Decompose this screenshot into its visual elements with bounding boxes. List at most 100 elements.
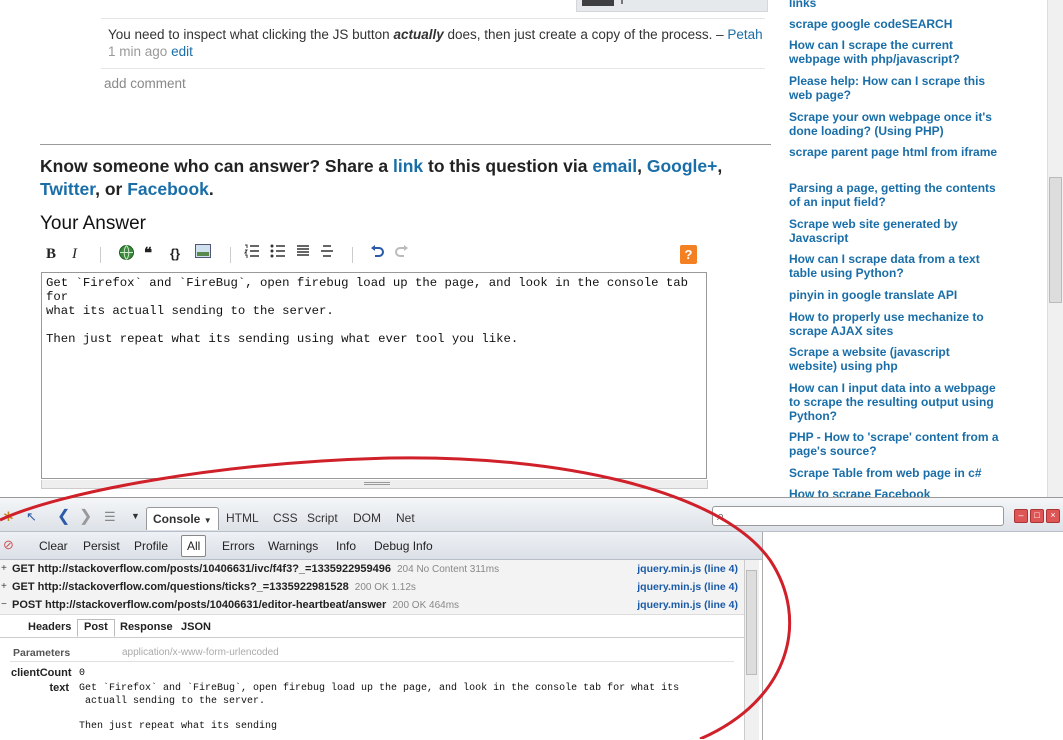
request-url: GET http://stackoverflow.com/questions/t… xyxy=(12,581,416,593)
share-facebook-link[interactable]: Facebook xyxy=(127,179,209,199)
bulleted-list-button[interactable] xyxy=(270,244,286,264)
tab-net[interactable]: Net xyxy=(396,511,415,525)
heading-button[interactable] xyxy=(296,244,310,264)
italic-button[interactable]: I xyxy=(72,244,77,264)
blockquote-button[interactable]: ❝ xyxy=(144,244,152,264)
filter-debug-info-button[interactable]: Debug Info xyxy=(374,539,433,553)
related-question-link[interactable]: scrape parent page html from iframe xyxy=(789,145,999,159)
numbered-list-icon xyxy=(244,244,259,258)
comment-edit-link[interactable]: edit xyxy=(171,44,193,59)
detach-icon[interactable]: □ xyxy=(1030,509,1044,523)
add-comment-link[interactable]: add comment xyxy=(104,76,186,91)
answer-textarea[interactable]: Get `Firefox` and `FireBug`, open firebu… xyxy=(41,272,707,479)
tab-console[interactable]: Console ▼ xyxy=(146,507,219,530)
filter-info-button[interactable]: Info xyxy=(336,539,356,553)
expand-toggle-icon[interactable]: − xyxy=(1,596,7,614)
back-icon[interactable]: ❮ xyxy=(57,506,70,526)
toolbar-separator xyxy=(100,247,101,263)
page-scroll-thumb[interactable] xyxy=(1049,177,1062,303)
comment-text: You need to inspect what clicking the JS… xyxy=(108,27,763,42)
related-question-link[interactable]: pinyin in google translate API xyxy=(789,288,999,302)
page-scrollbar[interactable] xyxy=(1047,0,1063,497)
menu-icon[interactable]: ☰ xyxy=(104,509,116,525)
related-question-link[interactable]: scrape google codeSEARCH xyxy=(789,17,999,31)
comment-time: 1 min ago xyxy=(108,44,168,59)
editor-resize-grip[interactable] xyxy=(41,480,708,489)
tab-headers[interactable]: Headers xyxy=(28,621,71,633)
related-question-link[interactable]: How to properly use mechanize to scrape … xyxy=(789,310,999,338)
related-question-link[interactable]: How can I input data into a webpage to s… xyxy=(789,381,999,423)
undo-button[interactable] xyxy=(370,244,384,264)
section-divider xyxy=(40,144,771,145)
params-divider xyxy=(10,661,734,662)
image-button[interactable] xyxy=(195,244,211,264)
tab-css[interactable]: CSS xyxy=(273,511,298,525)
request-row[interactable]: − POST http://stackoverflow.com/posts/104… xyxy=(0,596,744,615)
command-line-panel[interactable] xyxy=(762,532,1063,740)
comment-author-link[interactable]: Petah xyxy=(727,27,762,42)
close-icon[interactable]: × xyxy=(1046,509,1060,523)
request-source-link[interactable]: jquery.min.js (line 4) xyxy=(637,560,738,578)
param-value: 0 xyxy=(79,668,86,679)
expand-toggle-icon[interactable]: + xyxy=(1,560,7,578)
tab-html[interactable]: HTML xyxy=(226,511,259,525)
tab-dom[interactable]: DOM xyxy=(353,511,381,525)
numbered-list-button[interactable] xyxy=(244,244,260,264)
share-email-link[interactable]: email xyxy=(592,156,637,176)
horizontal-rule-button[interactable] xyxy=(320,244,334,264)
firebug-scroll-thumb[interactable] xyxy=(746,570,757,675)
help-button[interactable]: ? xyxy=(680,245,697,264)
dropdown-arrow-icon[interactable]: ▼ xyxy=(131,511,140,521)
filter-errors-button[interactable]: Errors xyxy=(222,539,255,553)
request-url: POST http://stackoverflow.com/posts/1040… xyxy=(12,599,460,611)
minimize-icon[interactable]: – xyxy=(1014,509,1028,523)
firebug-icon[interactable]: ✲ xyxy=(3,509,14,525)
related-question-link[interactable]: Scrape your own webpage once it's done l… xyxy=(789,110,999,138)
related-question-link[interactable]: PHP - How to 'scrape' content from a pag… xyxy=(789,430,999,458)
editor-toolbar: B I ❝ {} ? xyxy=(40,244,700,266)
tab-script[interactable]: Script xyxy=(307,511,338,525)
globe-icon xyxy=(119,245,134,260)
toolbar-separator xyxy=(230,247,231,263)
clear-icon[interactable]: ⊘ xyxy=(3,537,14,553)
clear-button[interactable]: Clear xyxy=(39,539,68,553)
horizontal-rule-icon xyxy=(321,245,333,257)
tab-json[interactable]: JSON xyxy=(181,621,211,633)
related-question-link[interactable]: Please help: How can I scrape this web p… xyxy=(789,74,999,102)
related-question-link[interactable]: Parsing a page, getting the contents of … xyxy=(789,181,999,209)
filter-all-button[interactable]: All xyxy=(181,535,207,557)
code-button[interactable]: {} xyxy=(170,244,180,264)
expand-toggle-icon[interactable]: + xyxy=(1,578,7,596)
request-source-link[interactable]: jquery.min.js (line 4) xyxy=(637,578,738,596)
share-link[interactable]: link xyxy=(393,156,423,176)
firebug-search-input[interactable]: ⌕ xyxy=(712,506,1004,526)
firebug-scrollbar[interactable] xyxy=(744,560,759,740)
hyperlink-button[interactable] xyxy=(118,244,135,264)
content-type: application/x-www-form-urlencoded xyxy=(122,647,279,658)
related-question-link[interactable]: Scrape Table from web page in c# xyxy=(789,466,999,480)
related-question-link[interactable]: How can I scrape the current webpage wit… xyxy=(789,38,999,66)
profile-button[interactable]: Profile xyxy=(134,539,168,553)
related-question-link[interactable]: How can I scrape data from a text table … xyxy=(789,252,999,280)
share-google-link[interactable]: Google+ xyxy=(647,156,718,176)
share-prompt: Know someone who can answer? Share a lin… xyxy=(40,156,723,199)
your-answer-heading: Your Answer xyxy=(40,213,146,234)
request-row[interactable]: + GET http://stackoverflow.com/questions/… xyxy=(0,578,744,597)
tab-response[interactable]: Response xyxy=(120,621,173,633)
tab-post[interactable]: Post xyxy=(77,619,115,637)
related-question-link[interactable]: Scrape a website (javascript website) us… xyxy=(789,345,999,373)
inspect-icon[interactable]: ↖ xyxy=(26,509,37,525)
related-question-link[interactable]: Scrape web site generated by Javascript xyxy=(789,217,999,245)
heading-icon xyxy=(297,245,309,256)
persist-button[interactable]: Persist xyxy=(83,539,120,553)
bold-button[interactable]: B xyxy=(46,244,56,264)
forward-icon[interactable]: ❯ xyxy=(79,506,92,526)
related-question-link[interactable]: links xyxy=(789,0,999,10)
image-icon xyxy=(195,244,211,258)
firebug-panel: ✲ ↖ ❮ ❯ ☰ ▼ Console ▼ HTML CSS Script DO… xyxy=(0,497,1063,740)
redo-button[interactable] xyxy=(395,244,409,264)
request-source-link[interactable]: jquery.min.js (line 4) xyxy=(637,596,738,614)
filter-warnings-button[interactable]: Warnings xyxy=(268,539,318,553)
request-row[interactable]: + GET http://stackoverflow.com/posts/1040… xyxy=(0,560,744,579)
share-twitter-link[interactable]: Twitter xyxy=(40,179,95,199)
